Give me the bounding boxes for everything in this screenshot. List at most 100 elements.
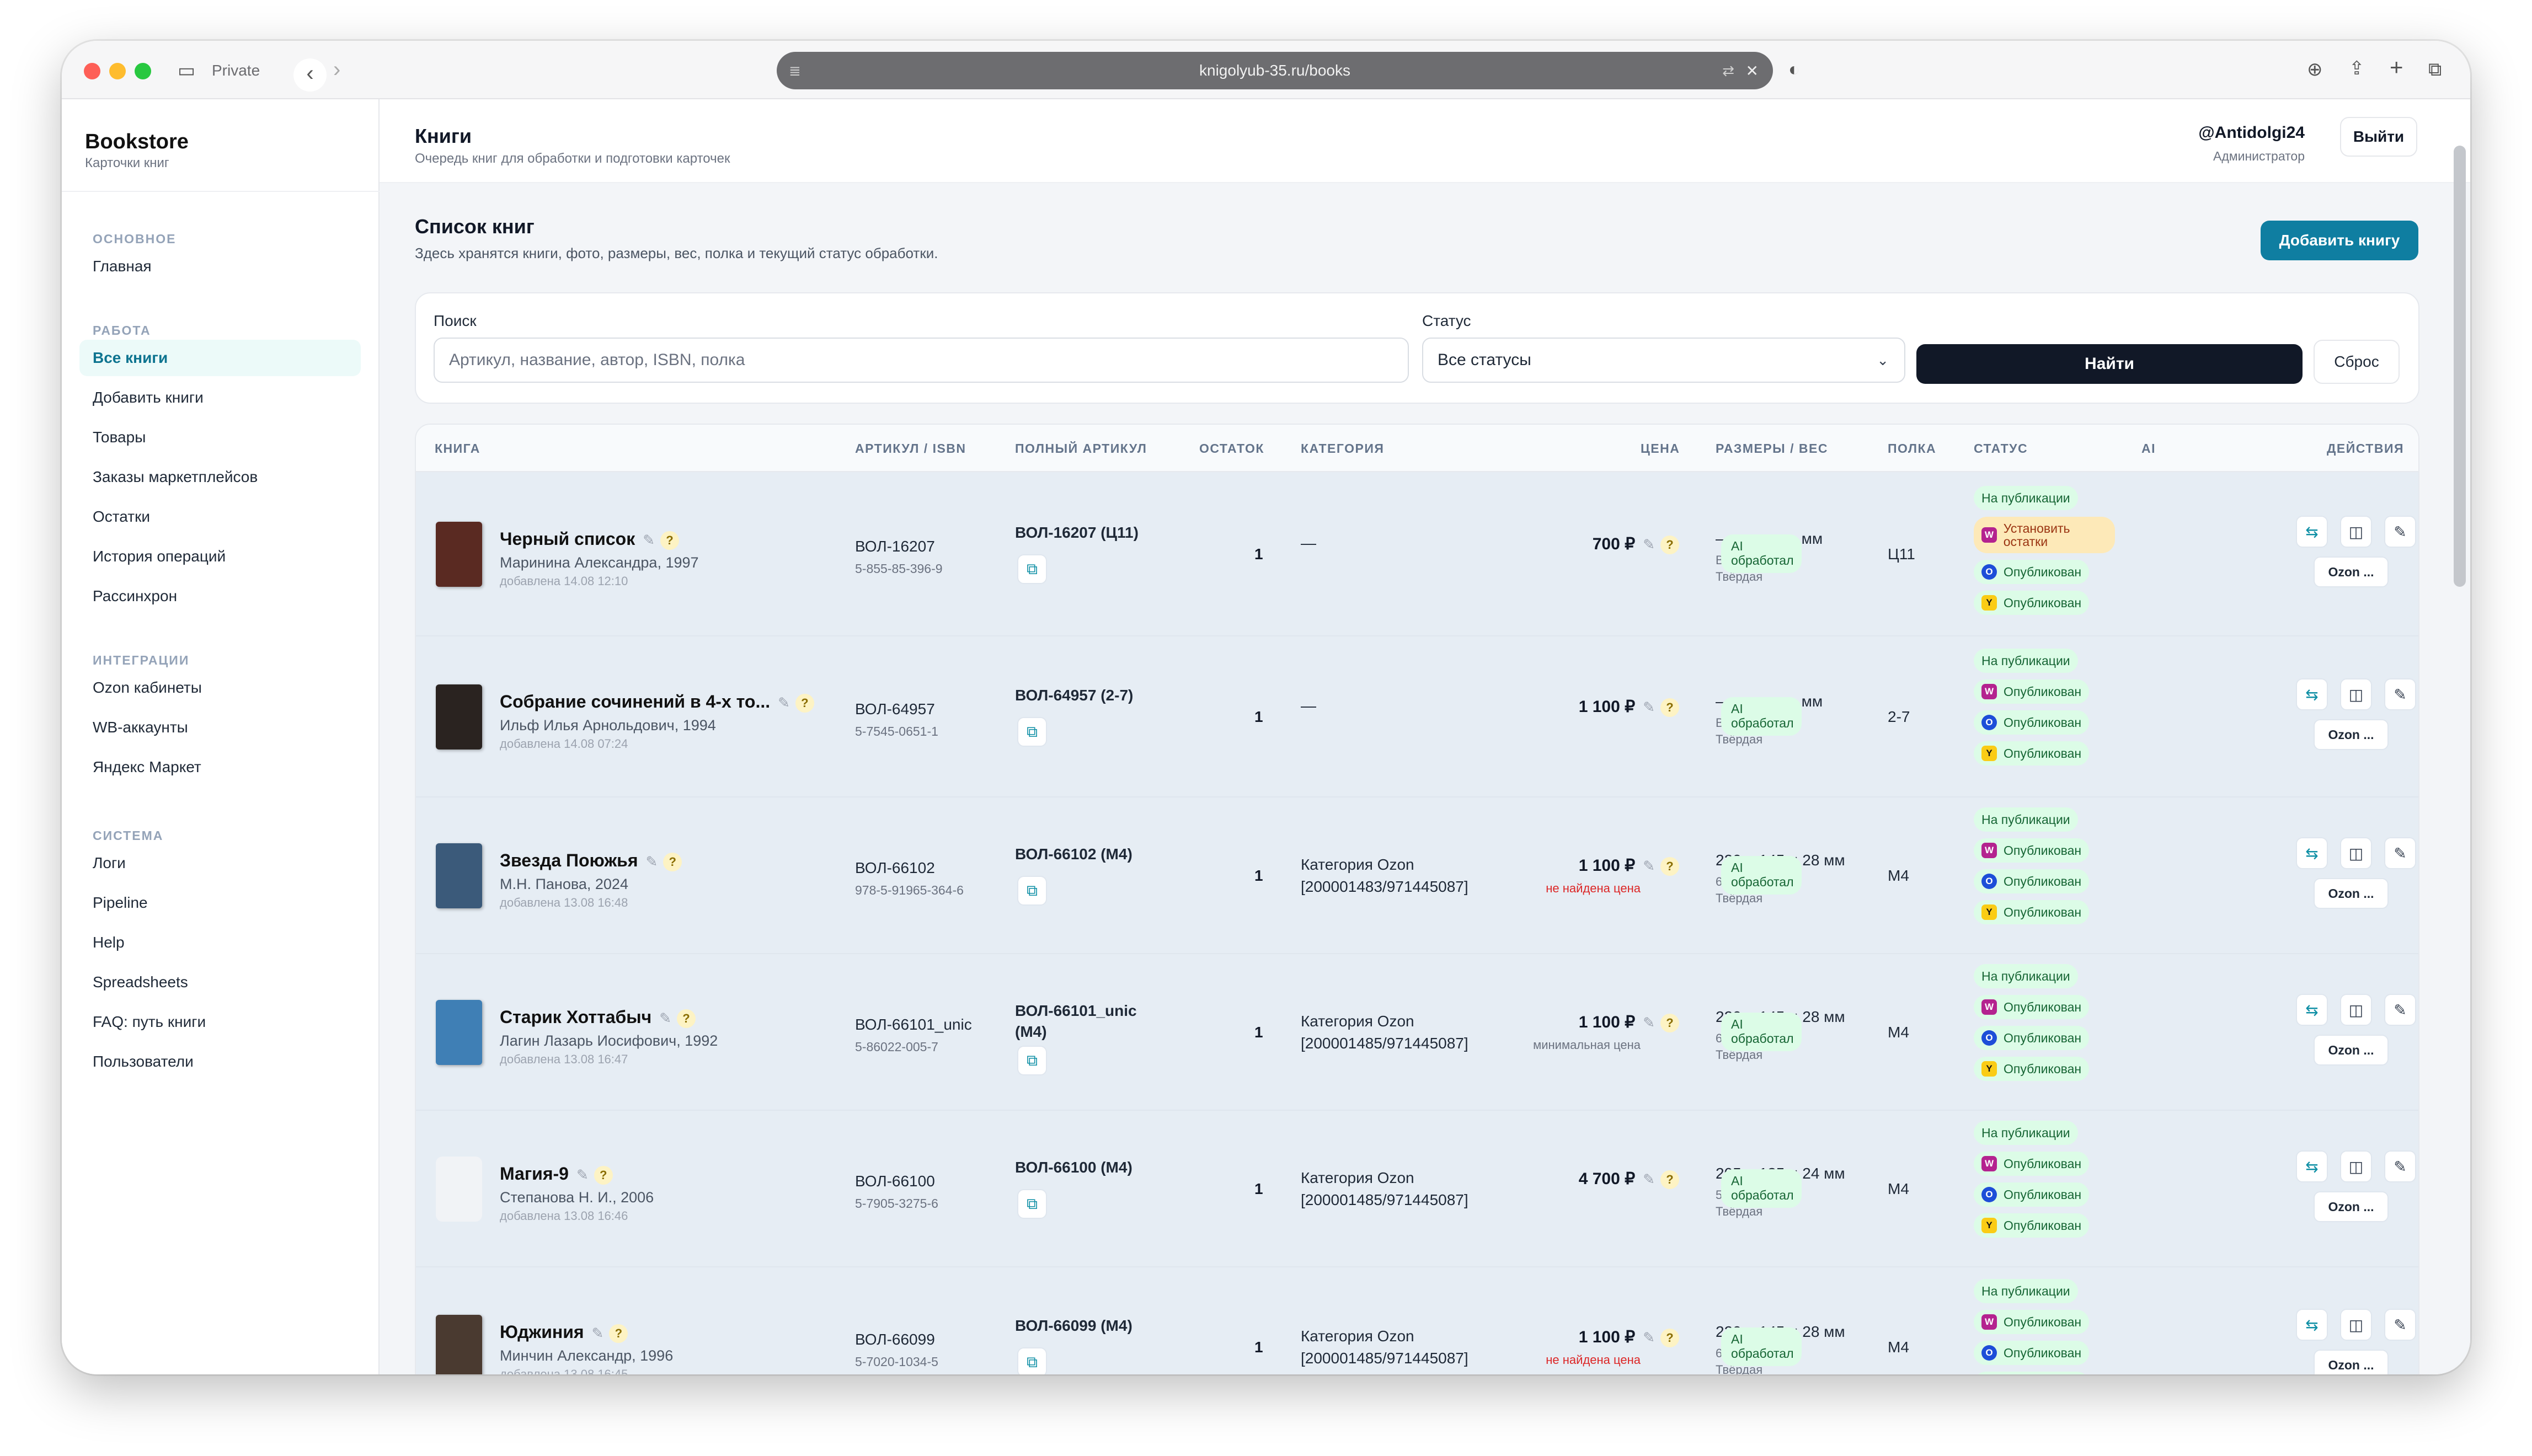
table-row[interactable]: Звезда Поюжья ✎? М.Н. Панова, 2024 добавлен… xyxy=(416,797,2418,954)
book-cover[interactable] xyxy=(436,1000,482,1065)
book-title[interactable]: Звезда Поюжья xyxy=(500,850,638,870)
clear-url-icon[interactable]: ✕ xyxy=(1746,62,1759,80)
sidebar-item-faq[interactable]: FAQ: путь книги xyxy=(79,1004,361,1040)
copy-icon[interactable]: ⧉ xyxy=(1017,876,1047,906)
edit-price-icon[interactable]: ✎ xyxy=(1643,1014,1655,1031)
sidebar-item-wb-accounts[interactable]: WB-аккаунты xyxy=(79,709,361,746)
sync-icon[interactable]: ⇆ xyxy=(2296,1150,2328,1182)
edit-title-icon[interactable]: ✎ xyxy=(778,694,790,711)
book-cover[interactable] xyxy=(436,843,482,908)
sidebar-item-products[interactable]: Товары xyxy=(79,419,361,456)
columns-icon[interactable]: ◫ xyxy=(2340,837,2372,869)
shield-icon[interactable]: ◐ xyxy=(1788,58,1800,81)
edit-icon[interactable]: ✎ xyxy=(2384,1309,2416,1341)
sidebar-item-pipeline[interactable]: Pipeline xyxy=(79,885,361,921)
book-title-line[interactable]: Черный список ✎? xyxy=(500,529,679,550)
sidebar-item-all-books[interactable]: Все книги xyxy=(79,340,361,376)
sidebar-item-spreadsheets[interactable]: Spreadsheets xyxy=(79,964,361,1000)
sidebar-item-users[interactable]: Пользователи xyxy=(79,1043,361,1080)
table-row[interactable]: Старик Хоттабыч ✎? Лагин Лазарь Иосифович,… xyxy=(416,954,2418,1111)
ozon-action-button[interactable]: Ozon ... xyxy=(2314,1035,2389,1066)
sidebar-item-help[interactable]: Help xyxy=(79,924,361,961)
sync-icon[interactable]: ⇆ xyxy=(2296,516,2328,548)
ozon-action-button[interactable]: Ozon ... xyxy=(2314,1191,2389,1222)
price-help-icon[interactable]: ? xyxy=(1660,536,1679,555)
sync-icon[interactable]: ⇆ xyxy=(2296,678,2328,710)
price-help-icon[interactable]: ? xyxy=(1660,698,1679,718)
book-title-line[interactable]: Собрание сочинений в 4-х то... ✎? xyxy=(500,692,814,713)
sidebar-item-logs[interactable]: Логи xyxy=(79,845,361,881)
edit-title-icon[interactable]: ✎ xyxy=(645,853,658,870)
sidebar-item-ozon-cabinets[interactable]: Ozon кабинеты xyxy=(79,670,361,706)
book-cover[interactable] xyxy=(436,1315,482,1374)
ozon-action-button[interactable]: Ozon ... xyxy=(2314,556,2389,587)
translate-icon[interactable]: ⇄ xyxy=(1722,62,1734,79)
sidebar-item-marketplace-orders[interactable]: Заказы маркетплейсов xyxy=(79,459,361,495)
forward-icon[interactable]: › xyxy=(333,58,340,81)
columns-icon[interactable]: ◫ xyxy=(2340,516,2372,548)
price-help-icon[interactable]: ? xyxy=(1660,1329,1679,1348)
book-title[interactable]: Старик Хоттабыч xyxy=(500,1007,651,1027)
price-help-icon[interactable]: ? xyxy=(1660,1170,1679,1190)
columns-icon[interactable]: ◫ xyxy=(2340,1150,2372,1182)
help-icon[interactable]: ? xyxy=(660,531,679,550)
sidebar-item-home[interactable]: Главная xyxy=(79,248,361,285)
share-icon[interactable]: ⇪ xyxy=(2349,57,2365,79)
address-bar[interactable]: knigolyub-35.ru/books ≣ ⇄ ✕ xyxy=(777,52,1773,89)
reset-button[interactable]: Сброс xyxy=(2314,340,2400,384)
sidebar-item-add-books[interactable]: Добавить книги xyxy=(79,379,361,416)
help-icon[interactable]: ? xyxy=(609,1324,628,1343)
copy-icon[interactable]: ⧉ xyxy=(1017,1347,1047,1374)
edit-icon[interactable]: ✎ xyxy=(2384,837,2416,869)
book-title[interactable]: Черный список xyxy=(500,529,635,549)
edit-icon[interactable]: ✎ xyxy=(2384,994,2416,1026)
minimize-window-button[interactable] xyxy=(109,63,126,79)
edit-price-icon[interactable]: ✎ xyxy=(1643,858,1655,874)
sync-icon[interactable]: ⇆ xyxy=(2296,1309,2328,1341)
edit-price-icon[interactable]: ✎ xyxy=(1643,536,1655,553)
price-help-icon[interactable]: ? xyxy=(1660,857,1679,876)
edit-title-icon[interactable]: ✎ xyxy=(643,532,655,548)
edit-title-icon[interactable]: ✎ xyxy=(592,1325,604,1341)
help-icon[interactable]: ? xyxy=(663,852,682,871)
logout-button[interactable]: Выйти xyxy=(2340,117,2417,157)
table-row[interactable]: Магия-9 ✎? Степанова Н. И., 2006 добавлена … xyxy=(416,1111,2418,1267)
table-row[interactable]: Собрание сочинений в 4-х то... ✎? Ильф Иль… xyxy=(416,636,2418,797)
ozon-action-button[interactable]: Ozon ... xyxy=(2314,719,2389,750)
ozon-action-button[interactable]: Ozon ... xyxy=(2314,1350,2389,1374)
columns-icon[interactable]: ◫ xyxy=(2340,1309,2372,1341)
table-row[interactable]: Юджиния ✎? Минчин Александр, 1996 добавлена… xyxy=(416,1267,2418,1374)
sidebar-item-stock[interactable]: Остатки xyxy=(79,499,361,535)
edit-price-icon[interactable]: ✎ xyxy=(1643,1171,1655,1187)
sync-icon[interactable]: ⇆ xyxy=(2296,994,2328,1026)
edit-price-icon[interactable]: ✎ xyxy=(1643,699,1655,715)
copy-icon[interactable]: ⧉ xyxy=(1017,1046,1047,1075)
copy-icon[interactable]: ⧉ xyxy=(1017,717,1047,747)
sidebar-item-yandex-market[interactable]: Яндекс Маркет xyxy=(79,749,361,785)
book-title-line[interactable]: Звезда Поюжья ✎? xyxy=(500,850,682,871)
help-icon[interactable]: ? xyxy=(594,1165,613,1185)
book-title[interactable]: Магия-9 xyxy=(500,1164,569,1184)
book-title[interactable]: Собрание сочинений в 4-х то... xyxy=(500,692,770,711)
edit-title-icon[interactable]: ✎ xyxy=(576,1166,589,1183)
tab-overview-icon[interactable]: ⧉ xyxy=(2428,58,2442,81)
find-button[interactable]: Найти xyxy=(1916,344,2303,384)
back-icon[interactable]: ‹ xyxy=(293,58,327,92)
sidebar-toggle-icon[interactable]: ▭ xyxy=(178,60,195,82)
close-window-button[interactable] xyxy=(84,63,100,79)
help-icon[interactable]: ? xyxy=(676,1009,696,1028)
price-help-icon[interactable]: ? xyxy=(1660,1014,1679,1033)
book-title[interactable]: Юджиния xyxy=(500,1322,584,1342)
book-cover[interactable] xyxy=(436,1157,482,1222)
add-book-button[interactable]: Добавить книгу xyxy=(2261,221,2418,260)
ozon-action-button[interactable]: Ozon ... xyxy=(2314,878,2389,909)
book-title-line[interactable]: Юджиния ✎? xyxy=(500,1322,628,1343)
columns-icon[interactable]: ◫ xyxy=(2340,994,2372,1026)
edit-price-icon[interactable]: ✎ xyxy=(1643,1329,1655,1346)
help-icon[interactable]: ? xyxy=(795,693,814,713)
edit-icon[interactable]: ✎ xyxy=(2384,678,2416,710)
sidebar-item-desync[interactable]: Рассинхрон xyxy=(79,578,361,614)
sync-icon[interactable]: ⇆ xyxy=(2296,837,2328,869)
page-scrollbar[interactable] xyxy=(2454,146,2466,587)
book-title-line[interactable]: Магия-9 ✎? xyxy=(500,1164,613,1185)
